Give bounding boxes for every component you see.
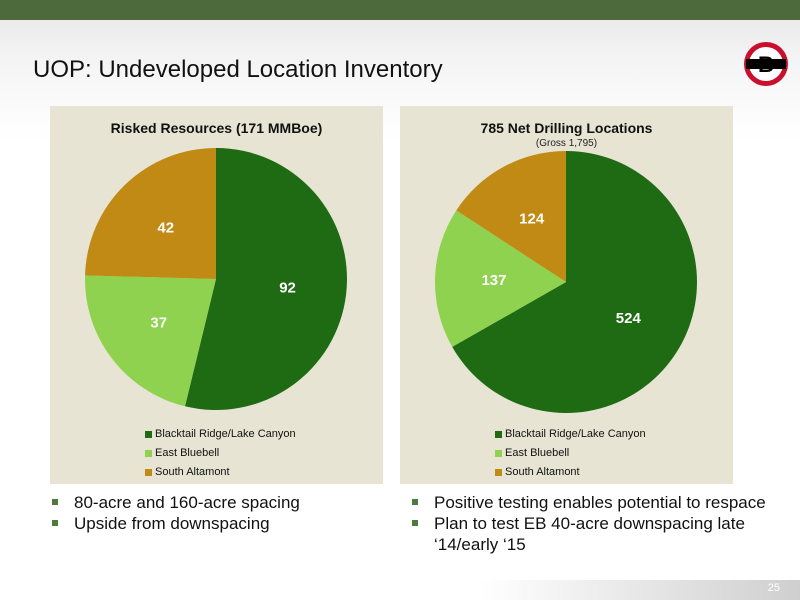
chart-panel-risked-resources: Risked Resources (171 MMBoe) 92 37 42 Blac… xyxy=(50,106,383,484)
pie-slice-south-altamont xyxy=(85,148,216,279)
legend-swatch xyxy=(145,430,152,438)
legend-label: East Bluebell xyxy=(155,447,220,459)
company-logo: B xyxy=(744,42,788,86)
bullet-item: 80-acre and 160-acre spacing xyxy=(52,492,382,513)
bullet-item: Upside from downspacing xyxy=(52,513,382,534)
footer-bar xyxy=(0,580,800,600)
legend-swatch xyxy=(495,468,502,476)
bullet-text: 80-acre and 160-acre spacing xyxy=(74,493,300,512)
bullet-marker xyxy=(412,499,418,505)
pie-label-east-bluebell: 37 xyxy=(150,315,167,332)
legend-item-blacktail: Blacktail Ridge/Lake Canyon xyxy=(145,428,296,440)
page-title: UOP: Undeveloped Location Inventory xyxy=(33,56,443,83)
bullet-item: Positive testing enables potential to re… xyxy=(412,492,772,513)
legend-item-south-altamont: South Altamont xyxy=(145,466,230,478)
pie-label-south-altamont: 42 xyxy=(157,219,174,236)
bullet-text: Plan to test EB 40-acre downspacing late… xyxy=(434,514,745,554)
bullet-list-right: Positive testing enables potential to re… xyxy=(412,492,772,555)
top-bar xyxy=(0,0,800,20)
bullet-text: Upside from downspacing xyxy=(74,514,270,533)
bullet-marker xyxy=(52,499,58,505)
legend-item-east-bluebell: East Bluebell xyxy=(145,447,219,459)
legend-swatch xyxy=(495,430,502,438)
pie-label-east-bluebell: 137 xyxy=(481,272,506,289)
legend-label: East Bluebell xyxy=(505,447,570,459)
bullet-marker xyxy=(412,520,418,526)
bullet-text: Positive testing enables potential to re… xyxy=(434,493,766,512)
legend-label: Blacktail Ridge/Lake Canyon xyxy=(155,428,296,440)
bullet-list-left: 80-acre and 160-acre spacing Upside from… xyxy=(52,492,382,534)
bullet-item: Plan to test EB 40-acre downspacing late… xyxy=(412,513,772,555)
legend-swatch xyxy=(495,449,502,457)
legend-item-east-bluebell: East Bluebell xyxy=(495,447,569,459)
legend-label: Blacktail Ridge/Lake Canyon xyxy=(505,428,646,440)
legend-label: South Altamont xyxy=(155,466,230,478)
pie-label-blacktail: 92 xyxy=(279,280,296,297)
chart-panel-drilling-locations: 785 Net Drilling Locations (Gross 1,795)… xyxy=(400,106,733,484)
legend-label: South Altamont xyxy=(505,466,580,478)
pie-label-south-altamont: 124 xyxy=(519,211,545,228)
bullet-marker xyxy=(52,520,58,526)
legend-swatch xyxy=(145,449,152,457)
logo-letter: B xyxy=(758,52,774,77)
legend-item-blacktail: Blacktail Ridge/Lake Canyon xyxy=(495,428,646,440)
legend-swatch xyxy=(145,468,152,476)
legend-item-south-altamont: South Altamont xyxy=(495,466,580,478)
pie-label-blacktail: 524 xyxy=(616,310,642,327)
page-number: 25 xyxy=(767,582,780,594)
